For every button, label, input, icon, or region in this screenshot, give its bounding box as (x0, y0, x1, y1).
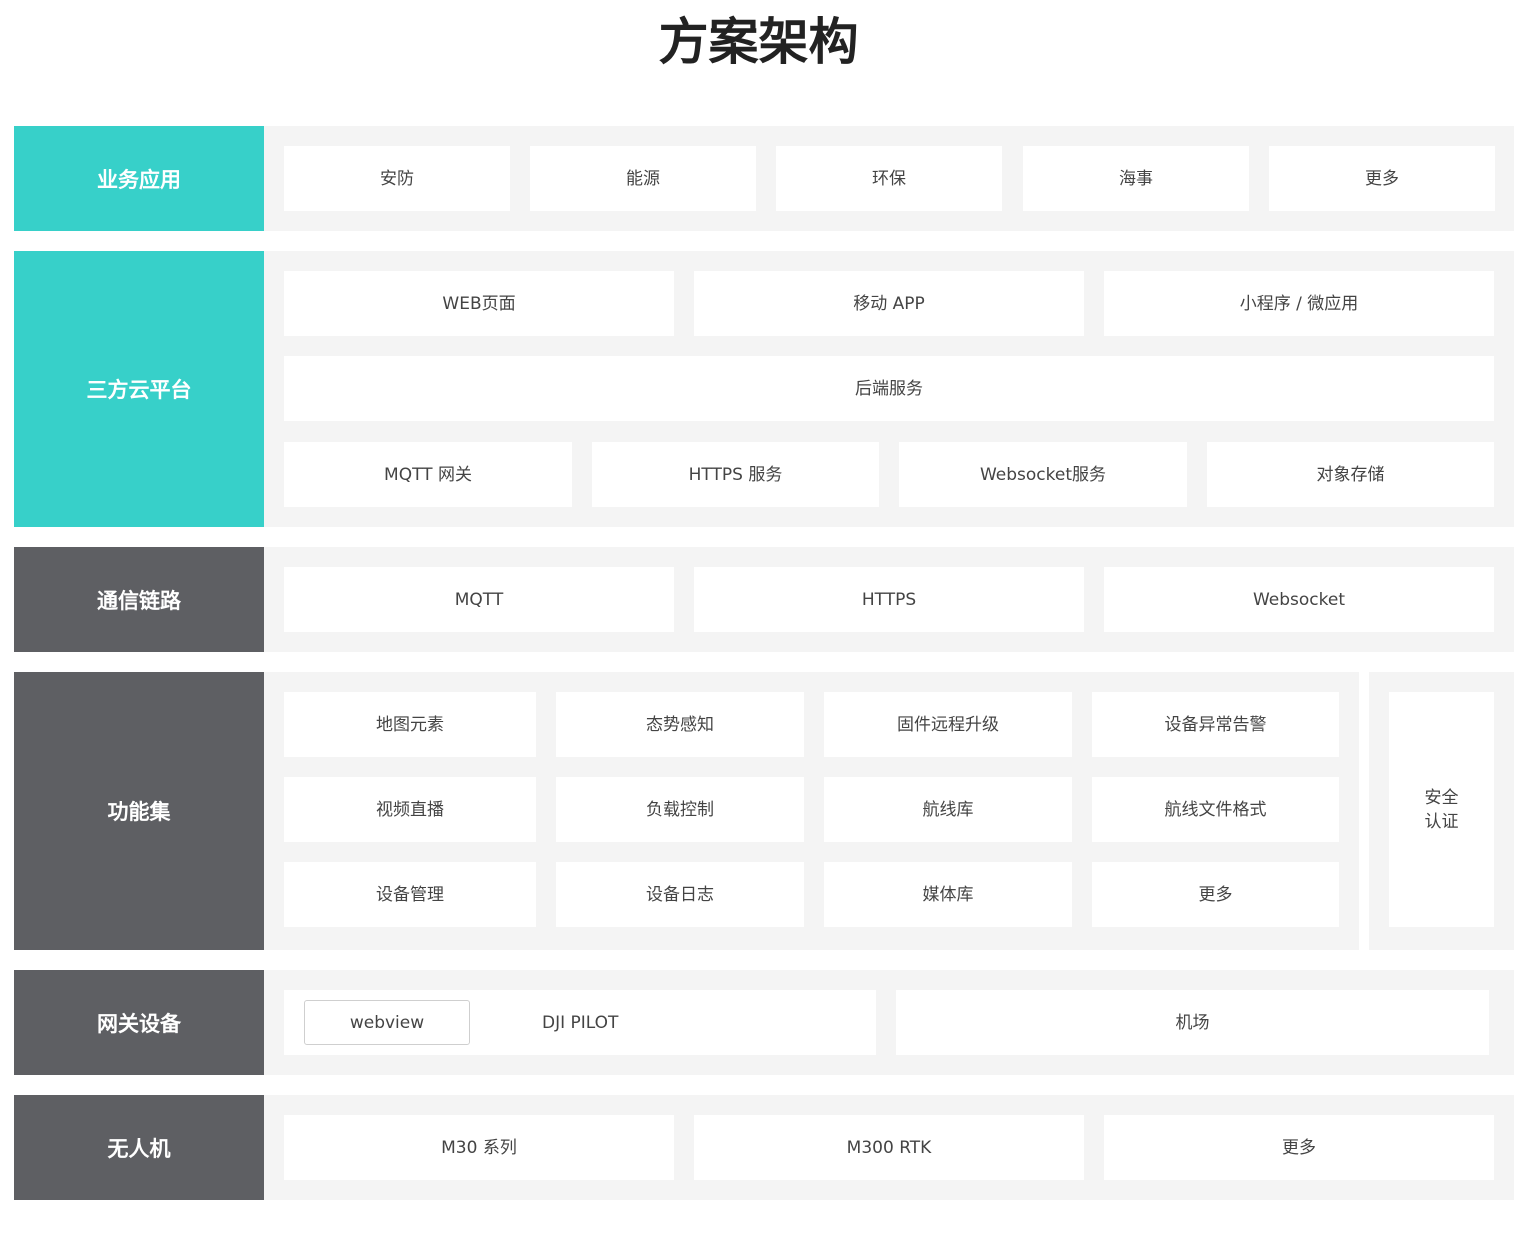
feature-item: 视频直播 (284, 777, 536, 842)
drone-item: M30 系列 (284, 1115, 674, 1180)
comm-item: Websocket (1104, 567, 1494, 632)
cloud-service-item: HTTPS 服务 (592, 442, 879, 507)
feature-item: 负载控制 (556, 777, 804, 842)
row-label-business: 业务应用 (14, 126, 264, 231)
page-title: 方案架构 (658, 13, 859, 71)
feature-item: 固件远程升级 (824, 692, 1072, 757)
drone-panel: M30 系列 M300 RTK 更多 (264, 1095, 1514, 1200)
cloud-service-item: Websocket服务 (899, 442, 1187, 507)
cloud-client-item: 移动 APP (694, 271, 1084, 336)
business-item: 更多 (1269, 146, 1495, 211)
security-auth-line: 安全 (1424, 787, 1459, 808)
feature-item: 态势感知 (556, 692, 804, 757)
feature-item: 地图元素 (284, 692, 536, 757)
cloud-panel: WEB页面 移动 APP 小程序 / 微应用 后端服务 MQTT 网关 HTTP… (264, 251, 1514, 527)
cloud-service-item: MQTT 网关 (284, 442, 572, 507)
dji-pilot-box: webview DJI PILOT (284, 990, 876, 1055)
features-panel: 地图元素 态势感知 固件远程升级 设备异常告警 视频直播 负载控制 航线库 航线… (264, 672, 1359, 950)
feature-item: 更多 (1092, 862, 1339, 927)
drone-item: M300 RTK (694, 1115, 1084, 1180)
business-panel: 安防 能源 环保 海事 更多 (264, 126, 1514, 231)
row-label-drone: 无人机 (14, 1095, 264, 1200)
row-label-cloud: 三方云平台 (14, 251, 264, 527)
row-label-comm: 通信链路 (14, 547, 264, 652)
dji-pilot-label: DJI PILOT (542, 1012, 619, 1033)
webview-box: webview (304, 1000, 470, 1045)
business-item: 海事 (1023, 146, 1249, 211)
feature-item: 设备管理 (284, 862, 536, 927)
row-label-gateway: 网关设备 (14, 970, 264, 1075)
feature-item: 设备日志 (556, 862, 804, 927)
comm-panel: MQTT HTTPS Websocket (264, 547, 1514, 652)
row-label-features: 功能集 (14, 672, 264, 950)
feature-item: 设备异常告警 (1092, 692, 1339, 757)
gateway-panel: webview DJI PILOT 机场 (264, 970, 1514, 1075)
business-item: 能源 (530, 146, 756, 211)
backend-service: 后端服务 (284, 356, 1494, 421)
cloud-client-item: 小程序 / 微应用 (1104, 271, 1494, 336)
feature-item: 航线文件格式 (1092, 777, 1339, 842)
comm-item: MQTT (284, 567, 674, 632)
security-auth-line: 认证 (1424, 811, 1459, 832)
drone-item: 更多 (1104, 1115, 1494, 1180)
business-item: 安防 (284, 146, 510, 211)
security-panel: 安全 认证 (1369, 672, 1514, 950)
feature-item: 媒体库 (824, 862, 1072, 927)
dock-box: 机场 (896, 990, 1489, 1055)
feature-item: 航线库 (824, 777, 1072, 842)
business-item: 环保 (776, 146, 1002, 211)
comm-item: HTTPS (694, 567, 1084, 632)
cloud-client-item: WEB页面 (284, 271, 674, 336)
cloud-service-item: 对象存储 (1207, 442, 1494, 507)
security-auth: 安全 认证 (1389, 692, 1494, 927)
